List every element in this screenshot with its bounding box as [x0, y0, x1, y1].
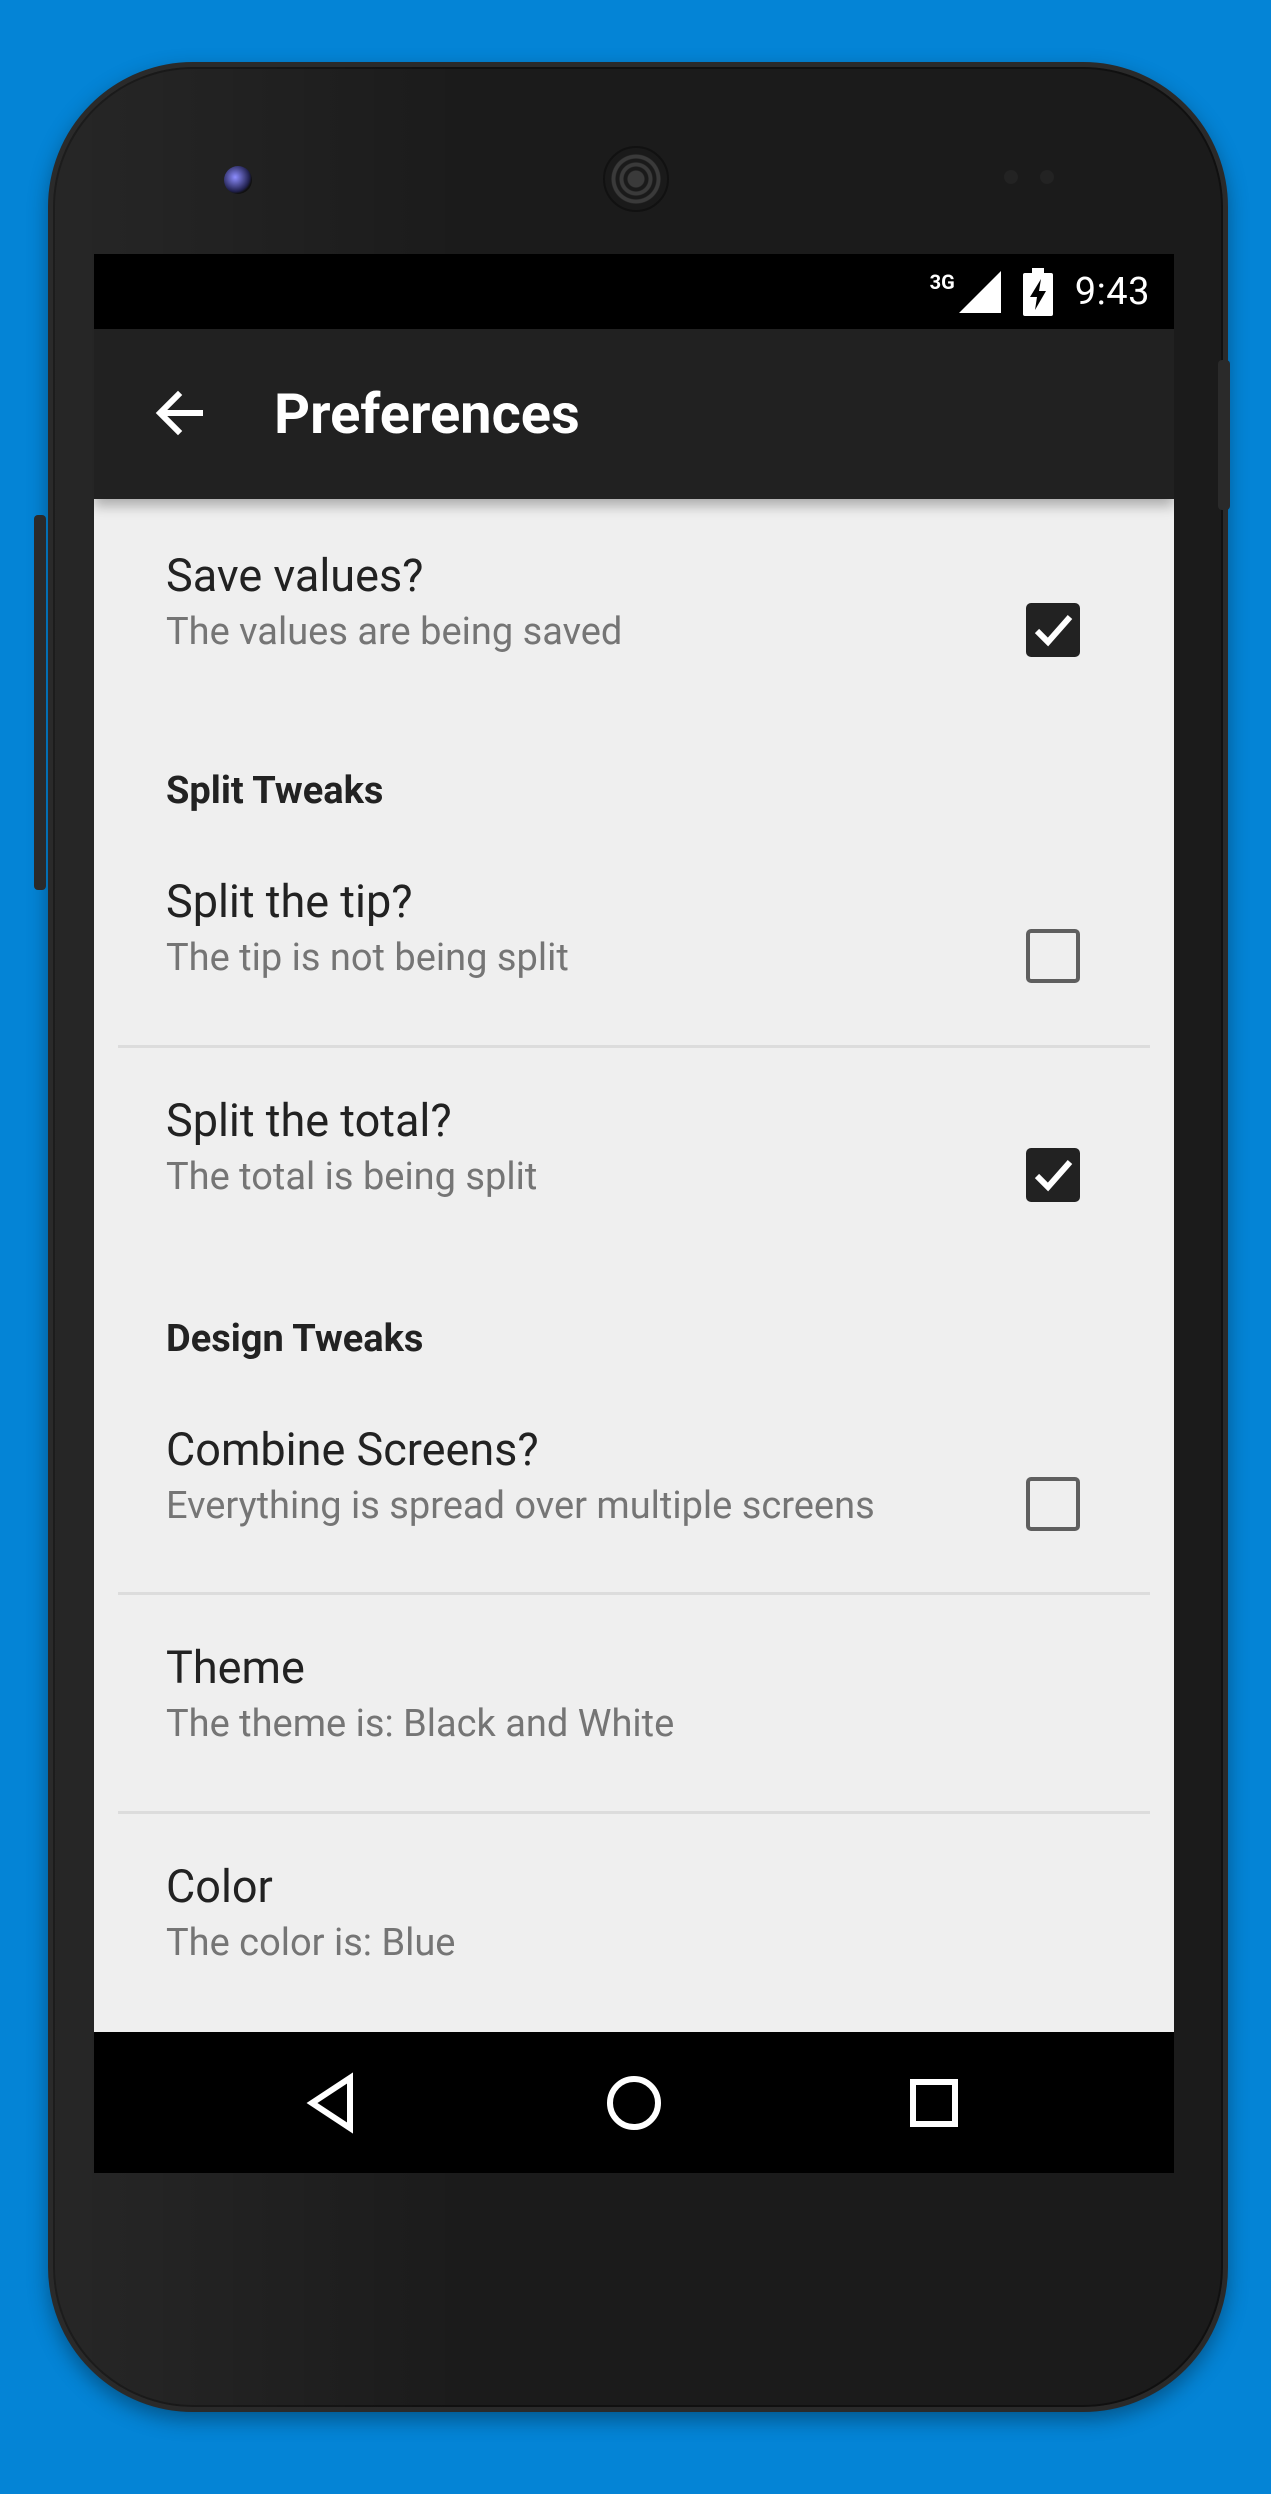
pref-summary: The color is: Blue [166, 1921, 456, 1965]
split-tip-checkbox[interactable] [1026, 929, 1080, 983]
pref-summary: The tip is not being split [166, 936, 569, 980]
pref-title: Theme [166, 1641, 305, 1694]
pref-title: Save values? [166, 549, 424, 602]
checkmark-icon [1034, 1160, 1073, 1192]
arrow-left-icon[interactable] [150, 383, 210, 443]
divider [118, 1811, 1150, 1814]
pref-summary: The values are being saved [166, 610, 623, 654]
volume-button [34, 515, 46, 890]
divider [118, 1592, 1150, 1595]
light-sensor [1040, 170, 1054, 184]
pref-color[interactable]: Color The color is: Blue [94, 1815, 1174, 2033]
page-background: 3G 9:43 Preferences Save values? The val… [0, 0, 1271, 2494]
app-toolbar: Preferences [94, 329, 1174, 499]
pref-title: Combine Screens? [166, 1423, 539, 1476]
phone-screen: 3G 9:43 Preferences Save values? The val… [94, 254, 1174, 2173]
divider [118, 1045, 1150, 1048]
pref-title: Color [166, 1860, 273, 1913]
pref-split-total[interactable]: Split the total? The total is being spli… [94, 1049, 1174, 1254]
power-button [1218, 360, 1230, 510]
navigation-bar [94, 2032, 1174, 2173]
checkmark-icon [1034, 615, 1073, 647]
pref-summary: The theme is: Black and White [166, 1702, 675, 1746]
combine-screens-checkbox[interactable] [1026, 1477, 1080, 1531]
proximity-sensor [1004, 170, 1018, 184]
nav-recents-icon[interactable] [901, 2070, 967, 2136]
category-split-tweaks: Split Tweaks [166, 769, 384, 813]
earpiece-speaker [603, 146, 669, 212]
pref-summary: Everything is spread over multiple scree… [166, 1484, 875, 1528]
nav-home-icon[interactable] [601, 2070, 667, 2136]
network-type: 3G [929, 270, 955, 294]
pref-split-tip[interactable]: Split the tip? The tip is not being spli… [94, 824, 1174, 1039]
category-design-tweaks: Design Tweaks [166, 1317, 424, 1361]
pref-save-values[interactable]: Save values? The values are being saved [94, 499, 1174, 709]
split-total-checkbox[interactable] [1026, 1148, 1080, 1202]
pref-combine-screens[interactable]: Combine Screens? Everything is spread ov… [94, 1371, 1174, 1586]
signal-icon [958, 271, 1001, 313]
nav-back-icon[interactable] [300, 2070, 366, 2136]
pref-summary: The total is being split [166, 1155, 538, 1199]
pref-title: Split the tip? [166, 875, 413, 928]
pref-title: Split the total? [166, 1094, 452, 1147]
page-title: Preferences [274, 381, 580, 447]
battery-charging-icon [1022, 268, 1053, 316]
status-time: 9:43 [1074, 270, 1150, 314]
front-camera [224, 166, 252, 194]
save-values-checkbox[interactable] [1026, 603, 1080, 657]
pref-theme[interactable]: Theme The theme is: Black and White [94, 1596, 1174, 1811]
preferences-list: Save values? The values are being saved … [94, 499, 1174, 2033]
status-bar: 3G 9:43 [94, 254, 1174, 329]
